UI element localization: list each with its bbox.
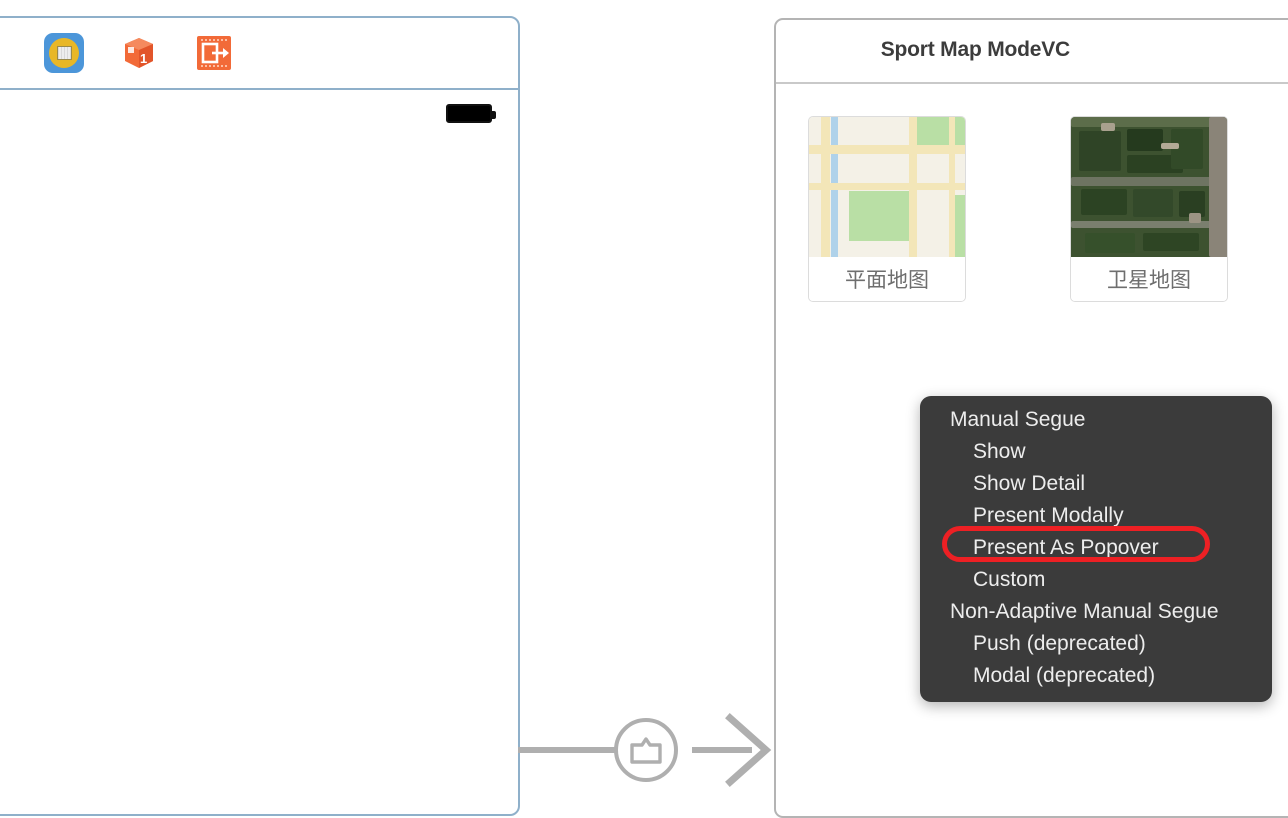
page-title: Sport Map ModeVC (880, 38, 1070, 61)
menu-item-custom[interactable]: Custom (920, 564, 1272, 596)
exit-icon[interactable] (194, 33, 234, 73)
satellite-map-thumbnail (1071, 117, 1227, 257)
navigation-bar: Sport Map ModeVC (776, 20, 1288, 84)
view-controller-inner (56, 46, 72, 60)
menu-item-present-modally[interactable]: Present Modally (920, 500, 1272, 532)
menu-item-show[interactable]: Show (920, 436, 1272, 468)
present-modally-segue[interactable] (518, 712, 778, 790)
ios-status-bar (0, 90, 518, 130)
menu-item-modal-deprecated[interactable]: Modal (deprecated) (920, 660, 1272, 692)
menu-item-manual-segue: Manual Segue (950, 408, 1086, 431)
left-scene-canvas[interactable]: 1 (0, 16, 520, 816)
map-card-satellite-label: 卫星地图 (1071, 257, 1227, 301)
map-card-satellite[interactable]: 卫星地图 (1070, 116, 1228, 302)
map-card-standard[interactable]: 平面地图 (808, 116, 966, 302)
first-responder-icon[interactable]: 1 (119, 33, 159, 73)
svg-text:1: 1 (140, 51, 147, 66)
menu-item-show-detail[interactable]: Show Detail (920, 468, 1272, 500)
menu-item-push-deprecated[interactable]: Push (deprecated) (920, 628, 1272, 660)
battery-icon (446, 104, 496, 123)
menu-item-present-as-popover[interactable]: Present As Popover (920, 532, 1272, 564)
map-card-standard-label: 平面地图 (809, 257, 965, 301)
scene-dock-bar[interactable]: 1 (0, 18, 518, 90)
view-controller-ring (49, 38, 79, 68)
segue-type-menu[interactable]: Manual Segue Show Show Detail Present Mo… (920, 396, 1272, 702)
standard-map-thumbnail (809, 117, 965, 257)
menu-item-non-adaptive-manual-segue: Non-Adaptive Manual Segue (950, 600, 1219, 623)
view-controller-icon[interactable] (44, 33, 84, 73)
map-mode-options: 平面地图 卫星地图 (808, 116, 1228, 302)
